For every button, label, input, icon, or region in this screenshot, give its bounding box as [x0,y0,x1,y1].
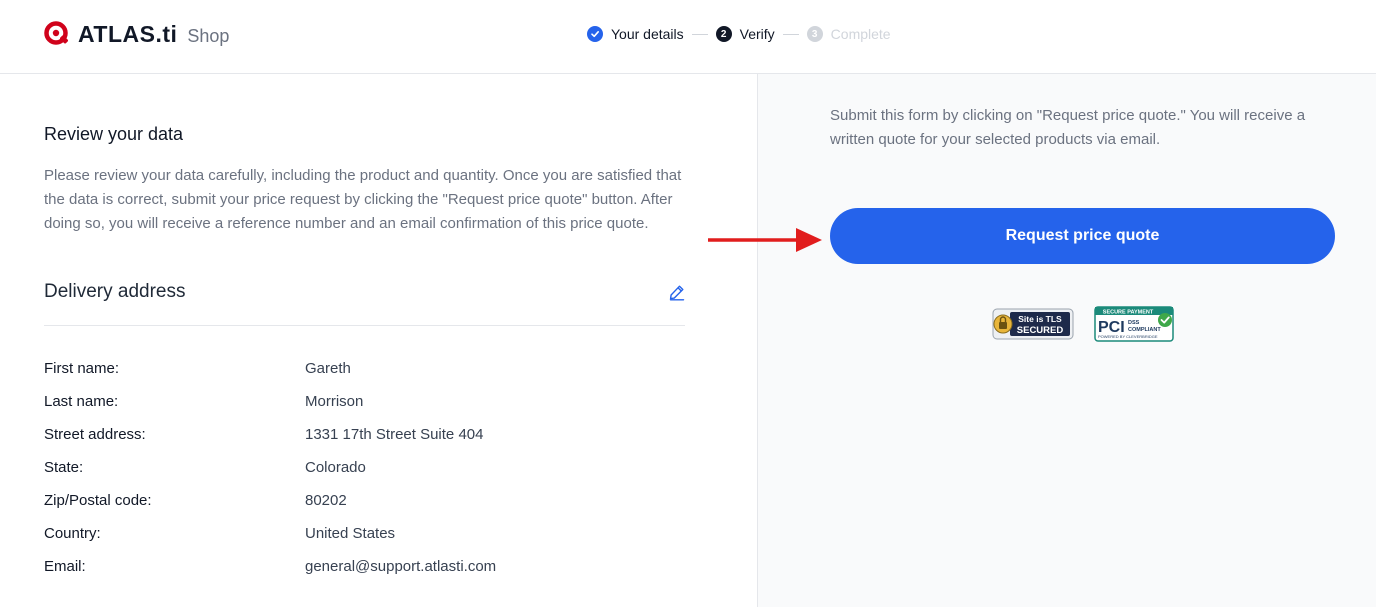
address-row-first-name: First name: Gareth [44,352,496,385]
field-label: State: [44,459,84,476]
check-icon [587,26,603,42]
divider [44,325,685,326]
address-row-email: Email: general@support.atlasti.com [44,550,496,583]
address-row-state: State: Colorado [44,451,496,484]
submit-panel: Submit this form by clicking on "Request… [757,74,1376,607]
field-label: Email: [44,558,86,575]
field-value: Morrison [305,393,364,410]
field-value: Colorado [305,459,366,476]
field-value: United States [305,525,396,542]
field-label: First name: [44,360,120,377]
step-separator [691,33,708,35]
address-row-last-name: Last name: Morrison [44,385,496,418]
tls-secured-badge: Site is TLS SECURED [992,308,1074,340]
step-number: 3 [806,26,823,42]
logo[interactable]: ATLAS.ti Shop [44,19,229,49]
pci-compliant-badge: SECURE PAYMENT PCI DSS COMPLIANT POWERED… [1094,306,1174,342]
review-description: Please review your data carefully, inclu… [44,167,682,232]
pci-dss: DSS [1128,320,1140,326]
step-separator [782,33,799,35]
checkout-steps: Your details 2 Verify 3 Complete [587,24,891,44]
tls-line1: Site is TLS [1018,314,1062,324]
step-label: Verify [739,26,775,42]
address-row-street: Street address: 1331 17th Street Suite 4… [44,418,496,451]
field-value: 1331 17th Street Suite 404 [305,426,484,443]
address-details: First name: Gareth Last name: Morrison S… [44,352,496,583]
security-badges: Site is TLS SECURED SECURE PAYMENT PCI D… [992,306,1174,342]
request-price-quote-button[interactable]: Request price quote [830,208,1335,264]
step-your-details: Your details [587,26,684,42]
submit-instructions: Submit this form by clicking on "Request… [830,107,1306,148]
pci-bottom: POWERED BY CLEVERBRIDGE [1098,334,1158,339]
address-row-country: Country: United States [44,517,496,550]
step-verify: 2 Verify [715,26,775,42]
review-panel: Review your data Please review your data… [0,74,757,607]
pointer-arrow-icon [708,228,822,252]
step-number: 2 [715,26,732,42]
field-value: general@support.atlasti.com [305,558,497,575]
pencil-icon[interactable] [668,283,686,301]
step-label: Complete [830,26,891,42]
field-label: Street address: [44,426,146,443]
brand-suffix: Shop [187,26,230,46]
review-title: Review your data [44,124,184,144]
pci-top: SECURE PAYMENT [1103,310,1154,316]
atlas-logo-icon [44,21,68,45]
field-value: 80202 [305,492,347,509]
pci-compliant: COMPLIANT [1128,327,1161,333]
address-row-zip: Zip/Postal code: 80202 [44,484,496,517]
header: ATLAS.ti Shop Your details 2 Verify 3 Co… [0,0,1376,74]
field-label: Zip/Postal code: [44,492,152,509]
step-label: Your details [611,26,684,42]
brand-name: ATLAS.ti [78,21,178,47]
step-complete: 3 Complete [806,26,891,42]
tls-line2: SECURED [1017,325,1064,336]
delivery-address-title: Delivery address [44,281,186,302]
field-value: Gareth [305,360,351,377]
field-label: Last name: [44,393,119,410]
field-label: Country: [44,525,101,542]
